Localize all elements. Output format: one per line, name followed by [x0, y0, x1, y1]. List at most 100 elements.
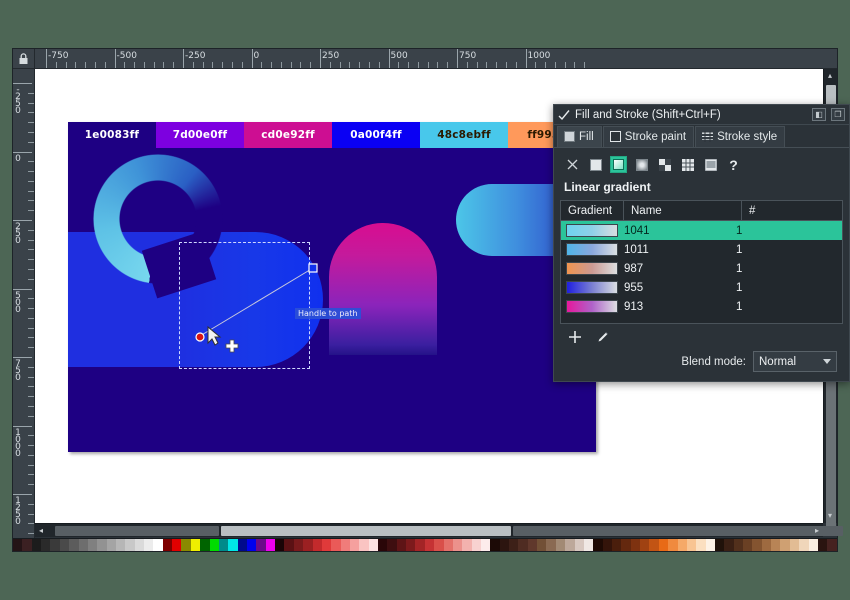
color-swatch-label[interactable]: 7d00e0ff	[156, 122, 244, 148]
palette-color[interactable]	[761, 539, 772, 551]
column-header-name[interactable]: Name	[624, 201, 742, 220]
palette-color[interactable]	[406, 539, 416, 551]
flat-color-button[interactable]	[587, 156, 604, 173]
palette-color[interactable]	[696, 539, 706, 551]
palette-color[interactable]	[705, 539, 715, 551]
artwork-magenta-arch-shape[interactable]	[329, 223, 437, 355]
palette-color[interactable]	[97, 539, 107, 551]
pattern-button[interactable]	[656, 156, 673, 173]
palette-color[interactable]	[218, 539, 229, 551]
color-swatch-label[interactable]: cd0e92ff	[244, 122, 332, 148]
swatch-button[interactable]	[679, 156, 696, 173]
color-swatch-label[interactable]: 48c8ebff	[420, 122, 508, 148]
palette-color[interactable]	[115, 539, 126, 551]
palette-color[interactable]	[752, 539, 762, 551]
palette-color[interactable]	[321, 539, 332, 551]
scroll-right-arrow[interactable]: ▸	[815, 524, 819, 538]
palette-color[interactable]	[256, 539, 266, 551]
palette-color[interactable]	[190, 539, 201, 551]
palette-color[interactable]	[724, 539, 734, 551]
palette-color[interactable]	[649, 539, 659, 551]
palette-color[interactable]	[293, 539, 304, 551]
palette-color[interactable]	[509, 539, 519, 551]
linear-gradient-button[interactable]	[610, 156, 627, 173]
palette-color[interactable]	[574, 539, 584, 551]
gradient-table[interactable]: Gradient Name # 1041 1 1011 1 987 1 955 1 913 1	[560, 200, 843, 324]
palette-color[interactable]	[640, 539, 650, 551]
color-palette-strip[interactable]	[13, 538, 837, 551]
color-swatch-label[interactable]: 0a00f4ff	[332, 122, 420, 148]
column-header-count[interactable]: #	[742, 201, 842, 220]
gradient-row[interactable]: 1041 1	[561, 221, 842, 240]
palette-color[interactable]	[499, 539, 510, 551]
palette-color[interactable]	[658, 539, 669, 551]
palette-color[interactable]	[733, 539, 744, 551]
palette-color[interactable]	[799, 539, 809, 551]
dock-icon[interactable]: ◧	[812, 108, 826, 121]
palette-color[interactable]	[368, 539, 379, 551]
palette-color[interactable]	[134, 539, 145, 551]
palette-color[interactable]	[144, 539, 154, 551]
horizontal-scrollbar-track-left[interactable]	[55, 526, 219, 536]
palette-color[interactable]	[396, 539, 407, 551]
palette-color[interactable]	[237, 539, 247, 551]
palette-color[interactable]	[771, 539, 781, 551]
palette-color[interactable]	[87, 539, 98, 551]
horizontal-scrollbar-track-right[interactable]	[513, 526, 843, 536]
palette-color[interactable]	[443, 539, 453, 551]
dialog-titlebar[interactable]: Fill and Stroke (Shift+Ctrl+F) ◧ ❐	[554, 105, 849, 125]
vertical-ruler[interactable]: -250 0 250 500 750 1000 1250	[13, 69, 35, 551]
palette-color[interactable]	[31, 539, 42, 551]
palette-color[interactable]	[668, 539, 678, 551]
palette-color[interactable]	[555, 539, 566, 551]
palette-color[interactable]	[602, 539, 612, 551]
palette-color[interactable]	[284, 539, 294, 551]
palette-color[interactable]	[480, 539, 491, 551]
palette-color[interactable]	[827, 539, 837, 551]
palette-color[interactable]	[387, 539, 397, 551]
palette-color[interactable]	[583, 539, 594, 551]
artboard[interactable]: 1e0083ff 7d00e0ff cd0e92ff 0a00f4ff 48c8ebff…	[68, 122, 596, 452]
palette-color[interactable]	[228, 539, 238, 551]
palette-color[interactable]	[714, 539, 725, 551]
palette-color[interactable]	[13, 539, 23, 551]
palette-color[interactable]	[452, 539, 463, 551]
palette-color[interactable]	[518, 539, 528, 551]
color-swatch-label[interactable]: 1e0083ff	[68, 122, 156, 148]
palette-color[interactable]	[677, 539, 687, 551]
palette-color[interactable]	[162, 539, 173, 551]
scroll-down-arrow[interactable]: ▾	[828, 509, 832, 523]
palette-color[interactable]	[265, 539, 276, 551]
palette-color[interactable]	[686, 539, 697, 551]
palette-color[interactable]	[181, 539, 191, 551]
blend-mode-select[interactable]: Normal	[753, 351, 837, 372]
palette-color[interactable]	[789, 539, 800, 551]
palette-color[interactable]	[50, 539, 60, 551]
palette-color[interactable]	[303, 539, 313, 551]
palette-color[interactable]	[808, 539, 818, 551]
palette-color[interactable]	[78, 539, 88, 551]
palette-color[interactable]	[612, 539, 622, 551]
palette-color[interactable]	[246, 539, 257, 551]
palette-color[interactable]	[172, 539, 182, 551]
palette-color[interactable]	[565, 539, 575, 551]
palette-color[interactable]	[630, 539, 641, 551]
palette-color[interactable]	[69, 539, 79, 551]
palette-color[interactable]	[59, 539, 70, 551]
palette-color[interactable]	[125, 539, 135, 551]
gradient-row[interactable]: 987 1	[561, 259, 842, 278]
palette-color[interactable]	[340, 539, 350, 551]
help-button[interactable]: ?	[725, 156, 742, 173]
palette-color[interactable]	[593, 539, 603, 551]
radial-gradient-button[interactable]	[633, 156, 650, 173]
gradient-row[interactable]: 1011 1	[561, 240, 842, 259]
horizontal-scrollbar[interactable]: ◂ ▸	[35, 523, 843, 538]
column-header-gradient[interactable]: Gradient	[561, 201, 624, 220]
palette-color[interactable]	[275, 539, 285, 551]
palette-color[interactable]	[546, 539, 556, 551]
palette-color[interactable]	[349, 539, 360, 551]
unknown-paint-button[interactable]	[702, 156, 719, 173]
palette-color[interactable]	[359, 539, 369, 551]
palette-color[interactable]	[537, 539, 547, 551]
palette-color[interactable]	[490, 539, 500, 551]
